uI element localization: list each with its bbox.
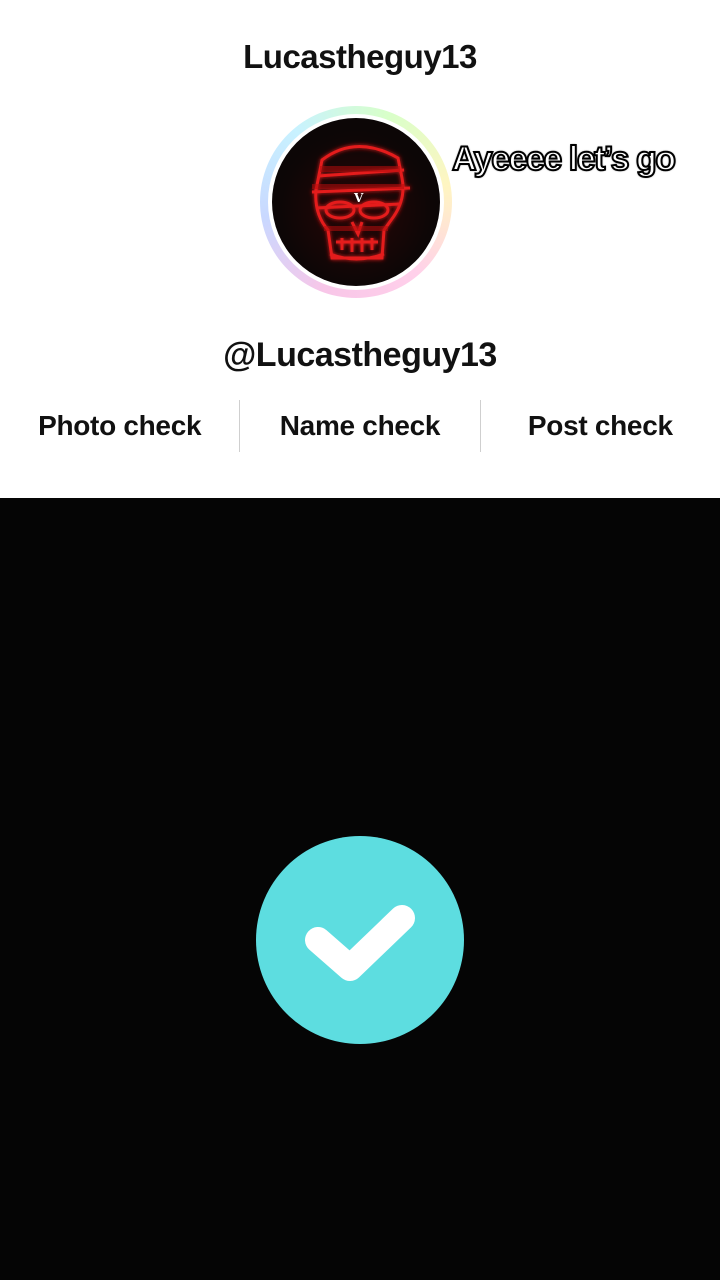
video-area bbox=[0, 498, 720, 1280]
profile-title: Lucastheguy13 bbox=[243, 38, 477, 75]
check-badge bbox=[256, 836, 464, 1044]
svg-text:V: V bbox=[353, 191, 364, 205]
avatar-image: V bbox=[272, 118, 440, 286]
profile-handle: @Lucastheguy13 bbox=[223, 336, 497, 374]
checkmark-icon bbox=[305, 905, 415, 981]
tab-name-check[interactable]: Name check bbox=[240, 400, 479, 452]
profile-header: Lucastheguy13 V Ayeeee let’s go @Lucasth… bbox=[0, 0, 720, 498]
tab-post-check[interactable]: Post check bbox=[481, 400, 720, 452]
skull-icon: V bbox=[311, 145, 411, 261]
check-tabs: Photo check Name check Post check bbox=[0, 400, 720, 452]
caption-overlay: Ayeeee let’s go bbox=[451, 139, 677, 179]
avatar[interactable]: V bbox=[260, 106, 452, 298]
tab-photo-check[interactable]: Photo check bbox=[0, 400, 239, 452]
